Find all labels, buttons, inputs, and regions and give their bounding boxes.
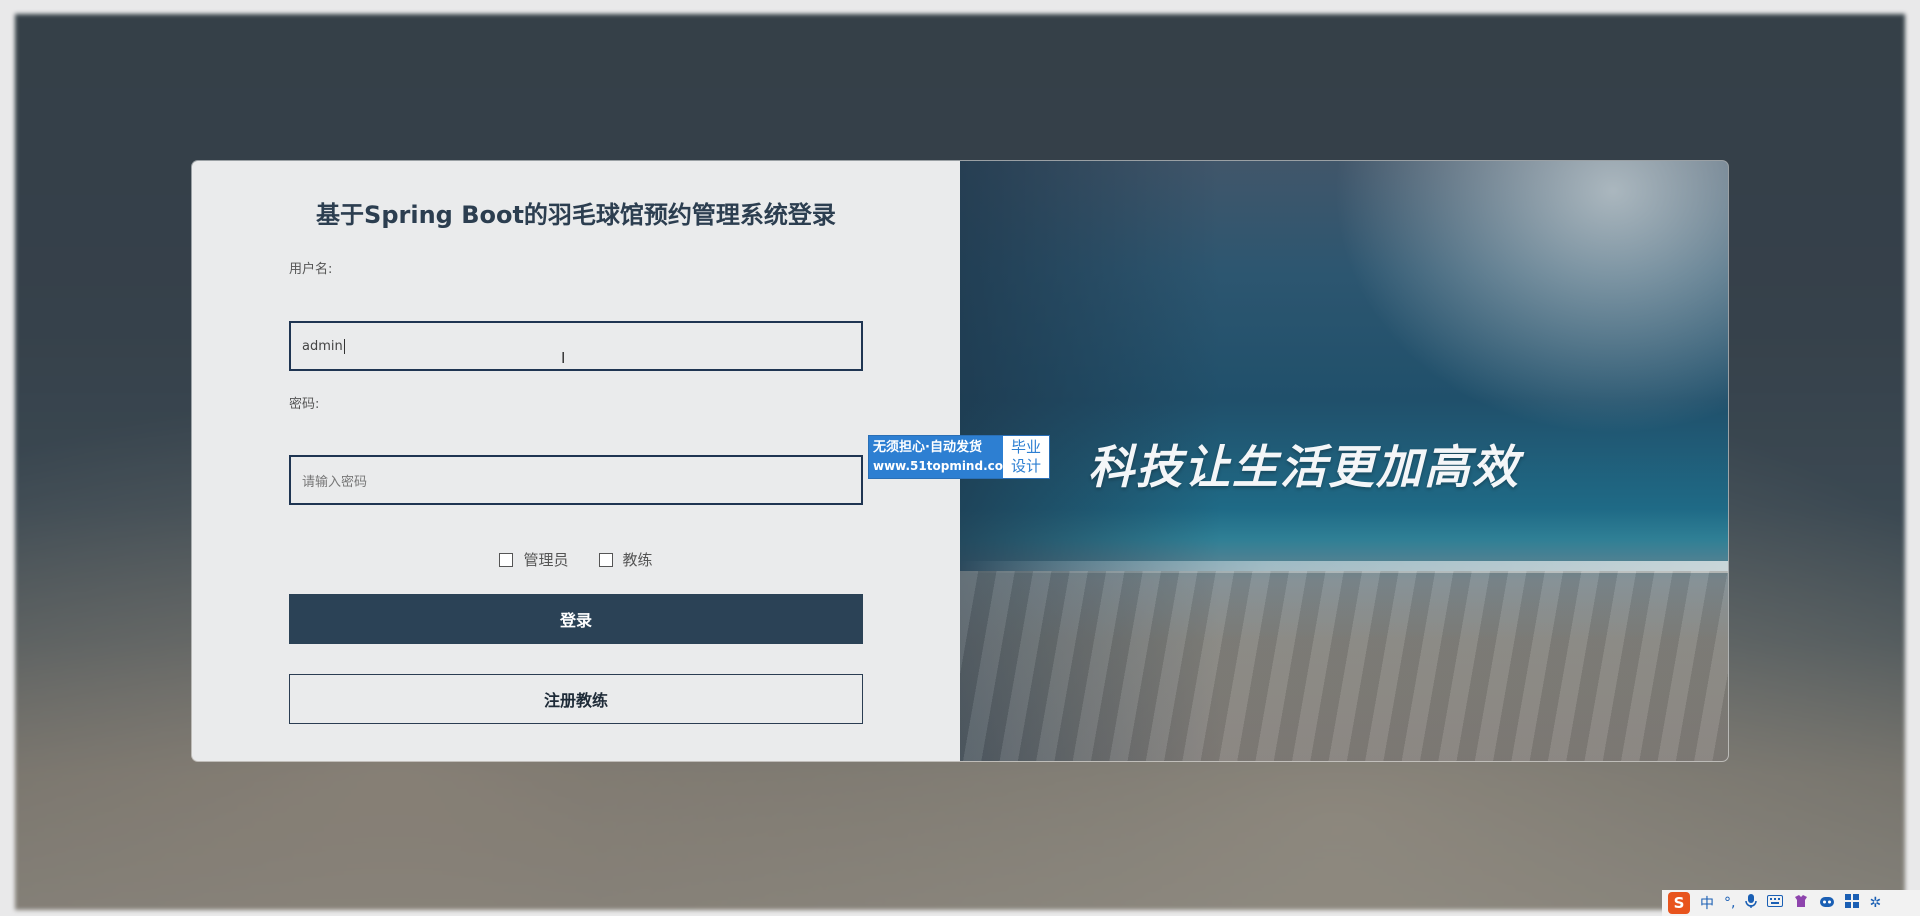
ad-right-line2: 设计 <box>1010 457 1041 475</box>
beach-sand <box>960 571 1728 761</box>
role-selector: 管理员 教练 <box>192 549 960 570</box>
skin-icon[interactable] <box>1793 893 1809 913</box>
assistant-icon[interactable] <box>1819 894 1835 912</box>
password-label: 密码: <box>289 397 320 412</box>
coach-checkbox[interactable] <box>598 552 613 567</box>
admin-checkbox[interactable] <box>499 552 514 567</box>
login-form: 基于Spring Boot的羽毛球馆预约管理系统登录 用户名: admin I … <box>192 161 960 761</box>
ime-mode-toggle[interactable]: 中 <box>1700 893 1714 913</box>
password-input[interactable]: 请输入密码 <box>289 455 863 505</box>
grid-icon[interactable] <box>1845 894 1860 912</box>
ad-badge-right: 毕业 设计 <box>1003 436 1049 478</box>
ad-right-line1: 毕业 <box>1010 438 1041 456</box>
password-placeholder: 请输入密码 <box>302 474 368 490</box>
username-value: admin <box>302 338 343 354</box>
ibeam-cursor-icon: I <box>561 349 566 367</box>
username-label: 用户名: <box>289 262 333 277</box>
punctuation-icon[interactable]: °, <box>1724 895 1735 911</box>
ad-line1: 无须担心·自动发货 <box>873 440 982 455</box>
keyboard-icon[interactable] <box>1767 895 1784 911</box>
username-input[interactable]: admin I <box>289 321 863 371</box>
page-title: 基于Spring Boot的羽毛球馆预约管理系统登录 <box>316 201 836 229</box>
ad-line2: www.51topmind.com <box>873 459 1016 473</box>
role-coach-label: 教练 <box>622 551 653 569</box>
role-admin[interactable]: 管理员 <box>499 549 569 570</box>
banner-image: 科技让生活更加高效 <box>960 161 1728 761</box>
register-coach-button[interactable]: 注册教练 <box>289 674 863 724</box>
ad-badge-left: 无须担心·自动发货 www.51topmind.com <box>869 436 1016 478</box>
ime-logo-icon[interactable]: S <box>1668 892 1690 914</box>
microphone-icon[interactable] <box>1745 893 1758 913</box>
ad-badge[interactable]: 无须担心·自动发货 www.51topmind.com 毕业 设计 <box>868 435 1050 479</box>
ime-toolbar: S 中 °, ✲ <box>1662 890 1920 916</box>
role-coach[interactable]: 教练 <box>598 549 653 570</box>
banner-slogan: 科技让生活更加高效 <box>1088 440 1520 494</box>
text-caret <box>343 338 345 354</box>
login-button[interactable]: 登录 <box>289 594 863 644</box>
role-admin-label: 管理员 <box>523 551 569 569</box>
settings-icon[interactable]: ✲ <box>1869 895 1881 911</box>
